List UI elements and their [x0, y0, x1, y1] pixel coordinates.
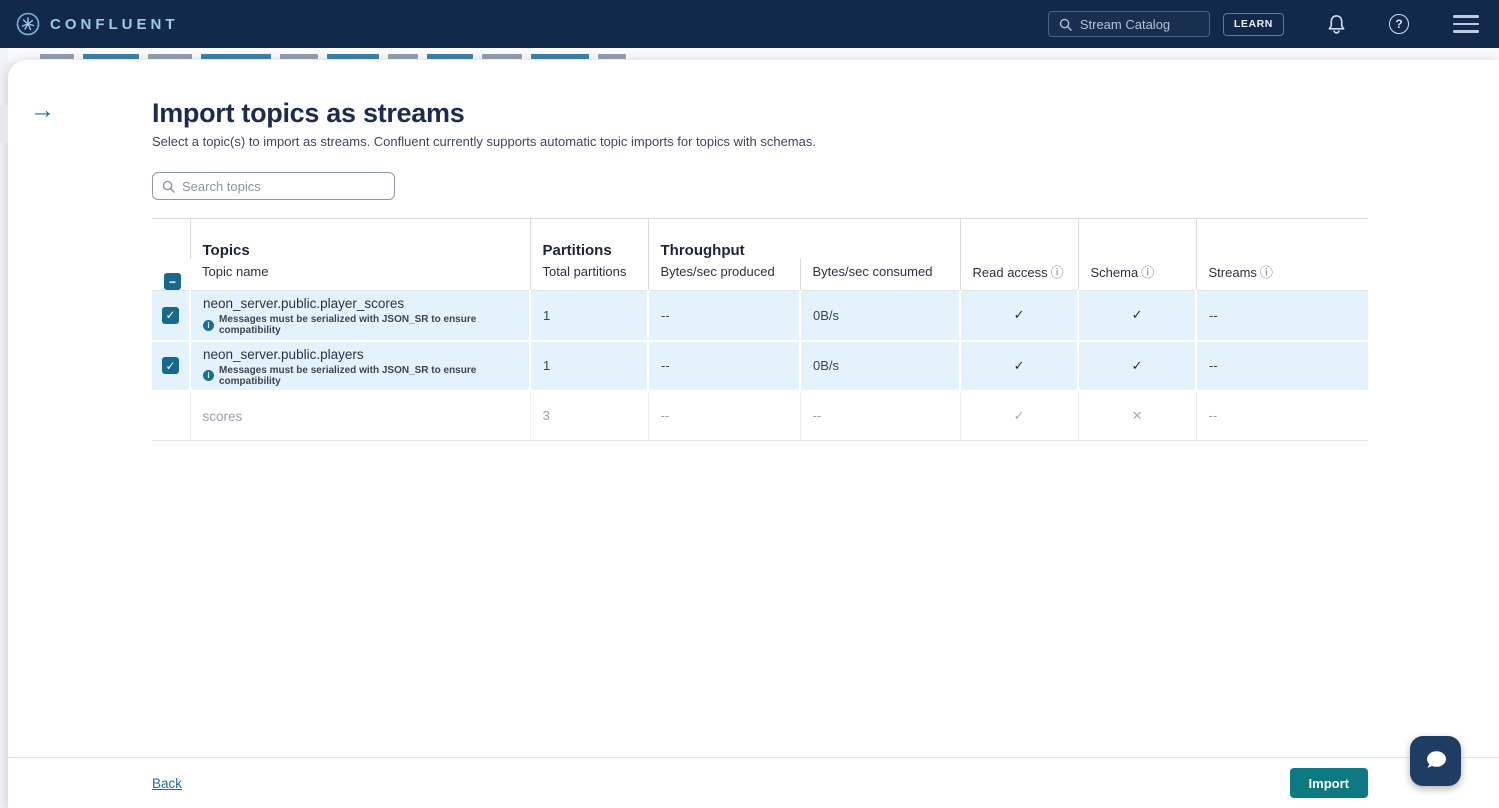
topic-name: neon_server.public.players [203, 345, 517, 362]
cell-read-access: ✓ [960, 291, 1078, 341]
brand-wordmark: CONFLUENT [50, 16, 179, 33]
top-navbar: CONFLUENT Stream Catalog LEARN ? [0, 0, 1499, 48]
select-all-checkbox[interactable]: − [164, 273, 181, 290]
column-header-topic-name: Topic name [190, 259, 530, 291]
column-group-throughput: Throughput [648, 219, 960, 259]
topic-name: scores [203, 407, 518, 424]
cell-partitions: 1 [530, 341, 648, 391]
column-group-topics: Topics [190, 219, 530, 259]
cell-partitions: 3 [530, 391, 648, 441]
collapsed-sidebar-tab [0, 105, 8, 143]
column-group-spacer [960, 219, 1078, 259]
cell-schema: ✓ [1078, 291, 1196, 341]
hamburger-menu-icon[interactable] [1453, 15, 1479, 32]
topic-note: i Messages must be serialized with JSON_… [203, 365, 517, 387]
cell-streams: -- [1196, 391, 1368, 441]
page-subtitle: Select a topic(s) to import as streams. … [152, 134, 1368, 149]
table-row[interactable]: scores 3 -- -- ✓ ✕ -- [152, 391, 1368, 441]
learn-button[interactable]: LEARN [1223, 13, 1284, 36]
column-group-partitions: Partitions [530, 219, 648, 259]
cell-bytes-produced: -- [648, 391, 800, 441]
column-header-read-access: Read accessⓘ [960, 259, 1078, 291]
page-title: Import topics as streams [152, 96, 1368, 130]
chat-support-button[interactable] [1410, 736, 1461, 786]
cell-bytes-consumed: 0B/s [800, 341, 960, 391]
stream-catalog-search[interactable]: Stream Catalog [1048, 11, 1210, 37]
topic-name: neon_server.public.player_scores [203, 294, 517, 311]
row-checkbox[interactable]: ✓ [162, 357, 179, 374]
panel-footer: Back Import [8, 757, 1499, 808]
collapse-panel-arrow-icon[interactable]: → [30, 98, 55, 123]
column-header-bytes-consumed: Bytes/sec consumed [800, 259, 960, 291]
cell-streams: -- [1196, 341, 1368, 391]
confluent-logo-icon [16, 12, 40, 36]
search-icon [1059, 18, 1072, 31]
search-topics-placeholder: Search topics [182, 179, 261, 194]
notifications-bell-icon[interactable] [1326, 13, 1347, 35]
cell-bytes-consumed: 0B/s [800, 291, 960, 341]
topics-table: − Topics Partitions Throughput Topic nam… [152, 218, 1368, 441]
column-group-spacer [1196, 219, 1368, 259]
table-row[interactable]: ✓ neon_server.public.player_scores i Mes… [152, 291, 1368, 341]
help-icon[interactable]: ? [1389, 14, 1409, 34]
cell-partitions: 1 [530, 291, 648, 341]
info-icon[interactable]: ⓘ [1051, 265, 1064, 280]
cell-bytes-consumed: -- [800, 391, 960, 441]
row-checkbox[interactable]: ✓ [162, 307, 179, 324]
info-icon: i [203, 370, 214, 381]
column-header-total-partitions: Total partitions [530, 259, 648, 291]
page-left-edge [0, 48, 8, 808]
column-header-schema: Schemaⓘ [1078, 259, 1196, 291]
table-row[interactable]: ✓ neon_server.public.players i Messages … [152, 341, 1368, 391]
info-icon: i [203, 320, 214, 331]
back-link[interactable]: Back [152, 776, 182, 791]
column-header-bytes-produced: Bytes/sec produced [648, 259, 800, 291]
search-topics-input[interactable]: Search topics [152, 172, 395, 200]
cell-streams: -- [1196, 291, 1368, 341]
column-header-streams: Streamsⓘ [1196, 259, 1368, 291]
cell-read-access: ✓ [960, 391, 1078, 441]
breadcrumb-clipped [40, 54, 626, 59]
cell-schema: ✕ [1078, 391, 1196, 441]
cell-bytes-produced: -- [648, 341, 800, 391]
column-group-spacer [1078, 219, 1196, 259]
cell-bytes-produced: -- [648, 291, 800, 341]
import-button[interactable]: Import [1290, 768, 1368, 798]
stream-catalog-placeholder: Stream Catalog [1080, 17, 1170, 32]
cell-schema: ✓ [1078, 341, 1196, 391]
cell-read-access: ✓ [960, 341, 1078, 391]
topic-note: i Messages must be serialized with JSON_… [203, 314, 517, 336]
search-icon [162, 180, 175, 193]
info-icon[interactable]: ⓘ [1260, 265, 1273, 280]
chat-bubble-icon [1422, 748, 1450, 774]
info-icon[interactable]: ⓘ [1141, 265, 1154, 280]
import-topics-panel: → Import topics as streams Select a topi… [8, 60, 1499, 808]
